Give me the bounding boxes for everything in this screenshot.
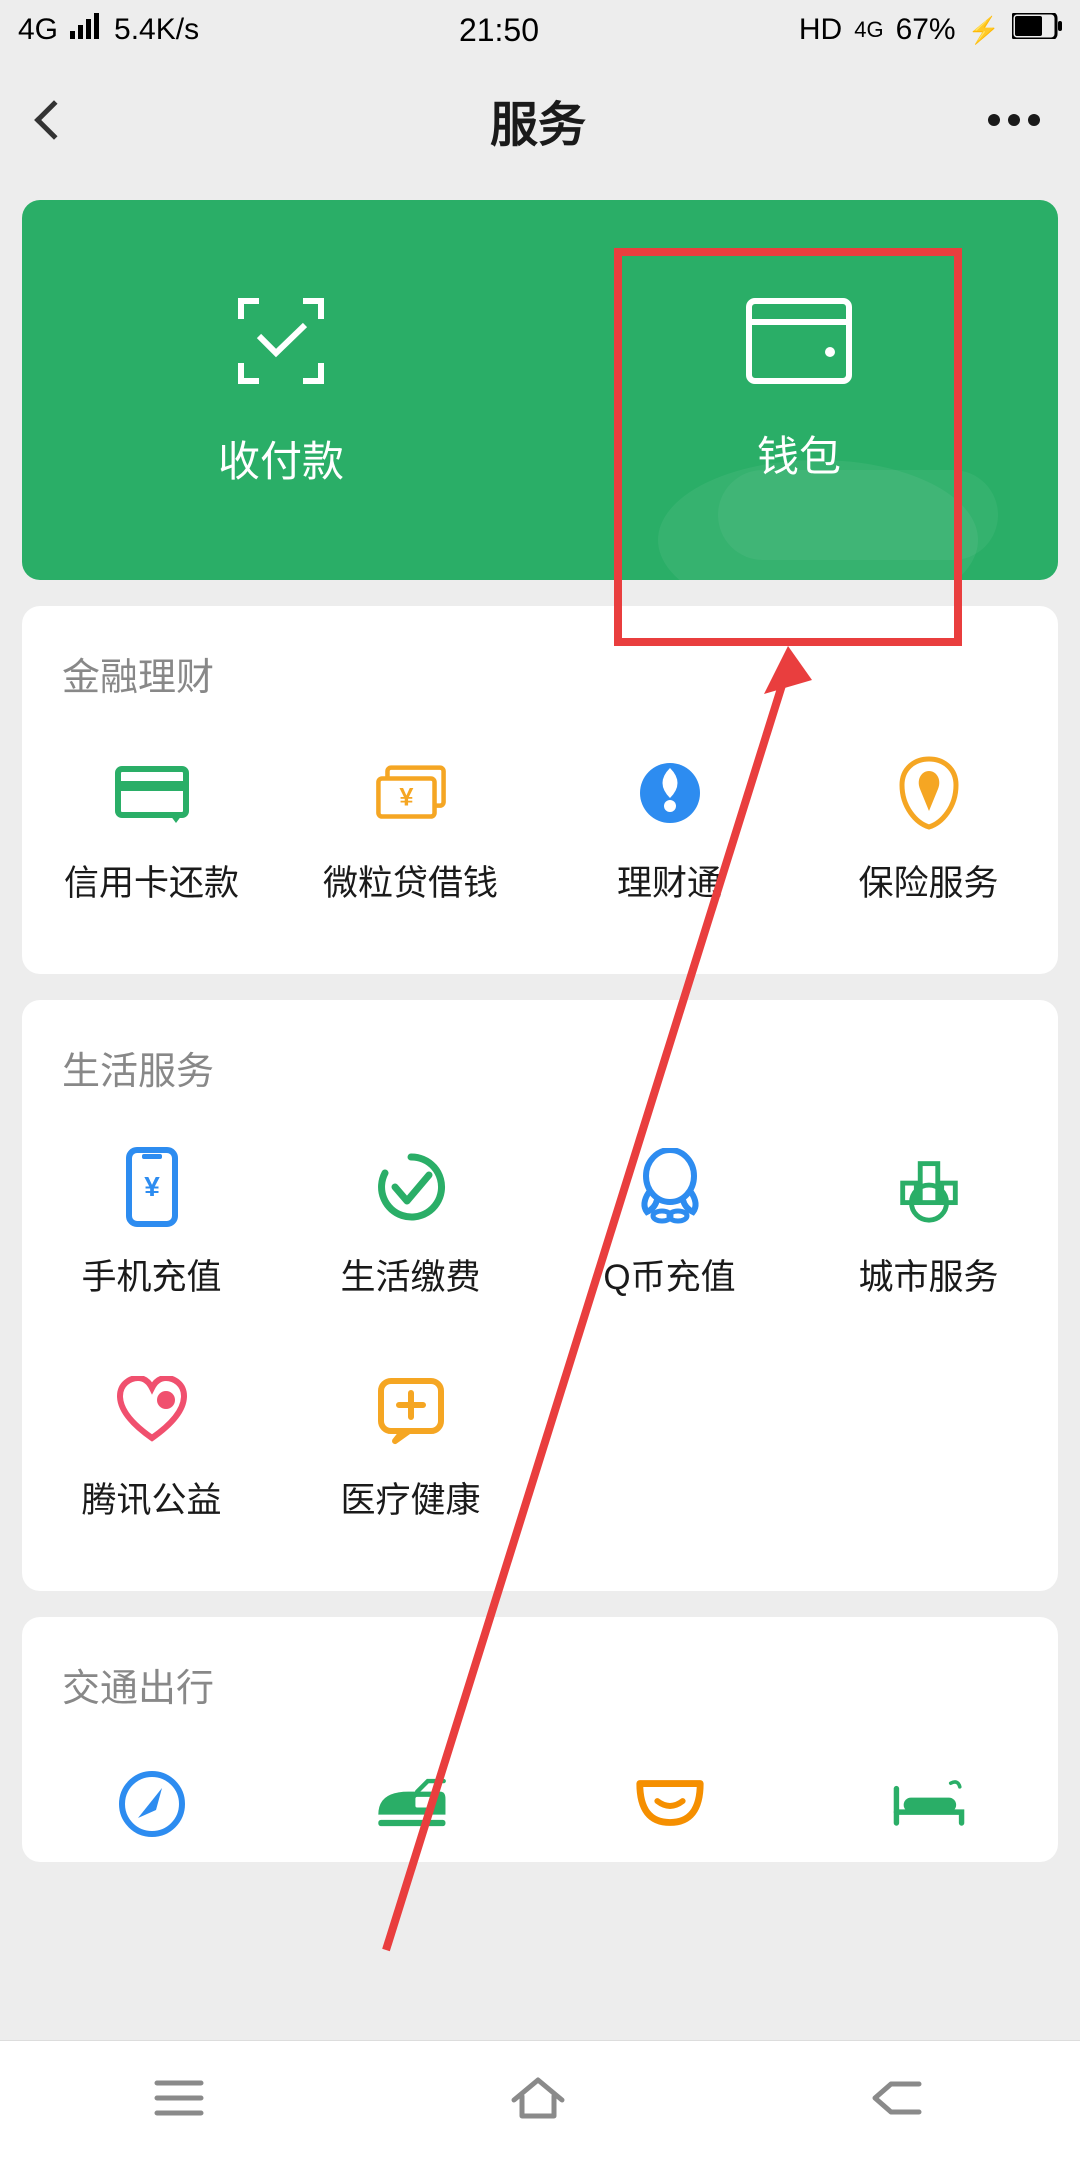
section-title: 生活服务 bbox=[22, 1040, 1058, 1125]
item-didi[interactable] bbox=[540, 1742, 799, 1862]
city-service-icon bbox=[891, 1149, 967, 1225]
item-label: 理财通 bbox=[617, 855, 722, 906]
charity-icon bbox=[114, 1372, 190, 1448]
grid-life: ¥ 手机充值 生活缴费 Q币充值 城市服务 腾讯公益 医疗健康 bbox=[22, 1125, 1058, 1571]
hd-indicator: HD bbox=[799, 13, 842, 47]
network-speed: 5.4K/s bbox=[114, 13, 199, 47]
nav-home-button[interactable] bbox=[508, 2074, 568, 2127]
cash-icon: ¥ bbox=[373, 755, 449, 831]
utilities-icon bbox=[373, 1149, 449, 1225]
finance-icon bbox=[632, 755, 708, 831]
pay-receive-label: 收付款 bbox=[218, 428, 344, 489]
chevron-left-icon bbox=[34, 100, 74, 140]
more-icon bbox=[988, 114, 1000, 126]
more-icon bbox=[1008, 114, 1020, 126]
back-button[interactable] bbox=[40, 106, 88, 134]
nav-recent-button[interactable] bbox=[151, 2077, 207, 2124]
qq-coin-icon bbox=[632, 1149, 708, 1225]
section-title: 金融理财 bbox=[22, 646, 1058, 731]
section-title: 交通出行 bbox=[22, 1657, 1058, 1742]
section-life: 生活服务 ¥ 手机充值 生活缴费 Q币充值 城市服务 腾讯公益 bbox=[22, 1000, 1058, 1591]
scan-pay-icon bbox=[231, 291, 331, 396]
battery-icon bbox=[1012, 13, 1062, 47]
item-label: 手机充值 bbox=[81, 1249, 221, 1300]
insurance-icon bbox=[891, 755, 967, 831]
item-label: 腾讯公益 bbox=[81, 1472, 221, 1523]
item-label: 医疗健康 bbox=[340, 1472, 480, 1523]
item-label: 生活缴费 bbox=[340, 1249, 480, 1300]
more-button[interactable] bbox=[988, 114, 1040, 126]
item-city-service[interactable]: 城市服务 bbox=[799, 1125, 1058, 1348]
system-navbar bbox=[0, 2040, 1080, 2160]
status-bar: 4G 5.4K/s 21:50 HD 4G 67% ⚡ bbox=[0, 0, 1080, 60]
section-finance: 金融理财 信用卡还款 ¥ 微粒贷借钱 理财通 保险服务 bbox=[22, 606, 1058, 974]
item-label: 信用卡还款 bbox=[64, 855, 239, 906]
content-scroll[interactable]: 收付款 钱包 金融理财 信用卡还款 ¥ 微粒贷借钱 bbox=[0, 180, 1080, 1862]
wallet-button[interactable]: 钱包 bbox=[540, 200, 1058, 580]
svg-text:¥: ¥ bbox=[399, 784, 413, 812]
item-weilidai[interactable]: ¥ 微粒贷借钱 bbox=[281, 731, 540, 954]
item-charity[interactable]: 腾讯公益 bbox=[22, 1348, 281, 1571]
page-title: 服务 bbox=[88, 85, 988, 155]
battery-percent: 67% bbox=[896, 13, 956, 47]
nav-back-button[interactable] bbox=[869, 2076, 929, 2125]
network-type: 4G bbox=[18, 13, 58, 47]
train-icon bbox=[373, 1766, 449, 1842]
pay-receive-button[interactable]: 收付款 bbox=[22, 200, 540, 580]
compass-icon bbox=[114, 1766, 190, 1842]
health-icon bbox=[373, 1372, 449, 1448]
item-label: 城市服务 bbox=[858, 1249, 998, 1300]
charging-icon: ⚡ bbox=[968, 15, 1000, 46]
phone-topup-icon: ¥ bbox=[114, 1149, 190, 1225]
item-utilities[interactable]: 生活缴费 bbox=[281, 1125, 540, 1348]
status-time: 21:50 bbox=[459, 12, 539, 49]
wallet-icon bbox=[744, 296, 854, 391]
item-insurance[interactable]: 保险服务 bbox=[799, 731, 1058, 954]
item-label: 保险服务 bbox=[858, 855, 998, 906]
item-label: 微粒贷借钱 bbox=[323, 855, 498, 906]
item-credit-card-repay[interactable]: 信用卡还款 bbox=[22, 731, 281, 954]
grid-finance: 信用卡还款 ¥ 微粒贷借钱 理财通 保险服务 bbox=[22, 731, 1058, 954]
grid-transport bbox=[22, 1742, 1058, 1862]
app-header: 服务 bbox=[0, 60, 1080, 180]
item-train[interactable] bbox=[281, 1742, 540, 1862]
item-phone-topup[interactable]: ¥ 手机充值 bbox=[22, 1125, 281, 1348]
didi-icon bbox=[632, 1766, 708, 1842]
decorative-blob bbox=[718, 470, 998, 560]
more-icon bbox=[1028, 114, 1040, 126]
svg-text:¥: ¥ bbox=[144, 1171, 160, 1202]
item-health[interactable]: 医疗健康 bbox=[281, 1348, 540, 1571]
signal-icon bbox=[70, 13, 102, 47]
hotel-icon bbox=[891, 1766, 967, 1842]
net2-indicator: 4G bbox=[854, 19, 883, 41]
status-left: 4G 5.4K/s bbox=[18, 13, 199, 47]
status-right: HD 4G 67% ⚡ bbox=[799, 13, 1062, 47]
item-qcoin[interactable]: Q币充值 bbox=[540, 1125, 799, 1348]
item-hotel[interactable] bbox=[799, 1742, 1058, 1862]
credit-card-icon bbox=[114, 755, 190, 831]
section-transport: 交通出行 bbox=[22, 1617, 1058, 1862]
wallet-card: 收付款 钱包 bbox=[22, 200, 1058, 580]
item-licaitong[interactable]: 理财通 bbox=[540, 731, 799, 954]
item-label: Q币充值 bbox=[603, 1249, 735, 1300]
item-navigation[interactable] bbox=[22, 1742, 281, 1862]
